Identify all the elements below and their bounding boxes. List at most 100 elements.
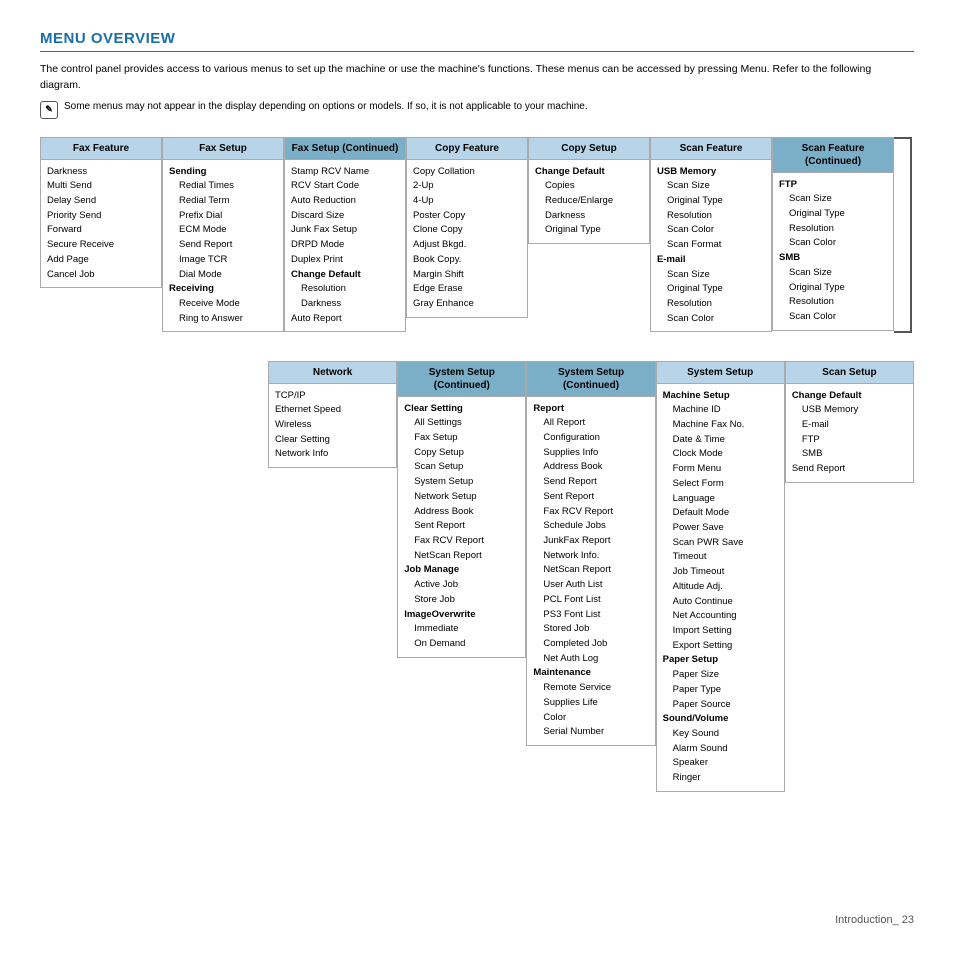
list-item: ECM Mode bbox=[169, 223, 277, 238]
list-item: NetScan Report bbox=[404, 549, 519, 564]
note-icon: ✎ bbox=[40, 101, 58, 119]
list-item: System Setup bbox=[404, 475, 519, 490]
menu-col-body: SendingRedial TimesRedial TermPrefix Dia… bbox=[163, 160, 283, 332]
list-item: Priority Send bbox=[47, 209, 155, 224]
list-item: NetScan Report bbox=[533, 563, 648, 578]
list-item: Machine ID bbox=[663, 403, 778, 418]
list-item: Paper Type bbox=[663, 683, 778, 698]
menu-col: NetworkTCP/IPEthernet SpeedWirelessClear… bbox=[268, 361, 397, 469]
menu-col-body: USB MemoryScan SizeOriginal TypeResoluti… bbox=[651, 160, 771, 332]
list-item: All Report bbox=[533, 416, 648, 431]
list-item: Machine Fax No. bbox=[663, 418, 778, 433]
list-item: Original Type bbox=[535, 223, 643, 238]
menu-col-body: Copy Collation2-Up4-UpPoster CopyClone C… bbox=[407, 160, 527, 317]
list-item: Dial Mode bbox=[169, 268, 277, 283]
list-item: Delay Send bbox=[47, 194, 155, 209]
menu-col-header: Copy Feature bbox=[407, 138, 527, 160]
list-item: Scan Color bbox=[779, 310, 887, 325]
list-item: Sent Report bbox=[404, 519, 519, 534]
menu-col-body: Change DefaultCopiesReduce/EnlargeDarkne… bbox=[529, 160, 649, 244]
menu-col: Fax Setup (Continued)Stamp RCV NameRCV S… bbox=[284, 137, 406, 333]
list-item: Language bbox=[663, 492, 778, 507]
list-item: E-mail bbox=[657, 253, 765, 268]
list-item: Ringer bbox=[663, 771, 778, 786]
list-item: All Settings bbox=[404, 416, 519, 431]
list-item: Reduce/Enlarge bbox=[535, 194, 643, 209]
list-item: Report bbox=[533, 402, 648, 417]
list-item: Serial Number bbox=[533, 725, 648, 740]
menu-col: Scan SetupChange DefaultUSB MemoryE-mail… bbox=[785, 361, 914, 483]
list-item: USB Memory bbox=[657, 165, 765, 180]
menu-col: Scan Feature USB Memory Scan SizeOriginal … bbox=[650, 137, 772, 333]
list-item: Change Default bbox=[535, 165, 643, 180]
list-item: Clone Copy bbox=[413, 223, 521, 238]
list-item: Select Form bbox=[663, 477, 778, 492]
page-title: MENU OVERVIEW bbox=[40, 30, 914, 52]
list-item: Alarm Sound bbox=[663, 742, 778, 757]
menu-col: Fax FeatureDarknessMulti SendDelay SendP… bbox=[40, 137, 162, 289]
list-item: Margin Shift bbox=[413, 268, 521, 283]
list-item: Schedule Jobs bbox=[533, 519, 648, 534]
list-item: Ethernet Speed bbox=[275, 403, 390, 418]
list-item: DRPD Mode bbox=[291, 238, 399, 253]
list-item: Immediate bbox=[404, 622, 519, 637]
list-item: Date & Time bbox=[663, 433, 778, 448]
list-item: Color bbox=[533, 711, 648, 726]
menu-col-header: Scan Feature bbox=[651, 138, 771, 160]
list-item: Change Default bbox=[792, 389, 907, 404]
list-item: Duplex Print bbox=[291, 253, 399, 268]
list-item: Image TCR bbox=[169, 253, 277, 268]
list-item: Discard Size bbox=[291, 209, 399, 224]
list-item: Resolution bbox=[779, 295, 887, 310]
list-item: Timeout bbox=[663, 550, 778, 565]
list-item: USB Memory bbox=[792, 403, 907, 418]
list-item: Supplies Life bbox=[533, 696, 648, 711]
menu-col-body: Clear SettingAll SettingsFax SetupCopy S… bbox=[398, 397, 525, 657]
list-item: Add Page bbox=[47, 253, 155, 268]
list-item: Stored Job bbox=[533, 622, 648, 637]
list-item: Auto Reduction bbox=[291, 194, 399, 209]
menu-col-header: Fax Feature bbox=[41, 138, 161, 160]
list-item: Network Setup bbox=[404, 490, 519, 505]
menu-col-header: Copy Setup bbox=[529, 138, 649, 160]
menu-col-header: Scan Feature (Continued) bbox=[773, 138, 893, 173]
list-item: Receiving bbox=[169, 282, 277, 297]
menu-col-header: System Setup (Continued) bbox=[398, 362, 525, 397]
list-item: Address Book bbox=[404, 505, 519, 520]
list-item: Net Accounting bbox=[663, 609, 778, 624]
list-item: JunkFax Report bbox=[533, 534, 648, 549]
list-item: Copy Setup bbox=[404, 446, 519, 461]
list-item: Speaker bbox=[663, 756, 778, 771]
list-item: Gray Enhance bbox=[413, 297, 521, 312]
menu-col: Copy FeatureCopy Collation2-Up4-UpPoster… bbox=[406, 137, 528, 318]
list-item: Scan Color bbox=[779, 236, 887, 251]
note-text: Some menus may not appear in the display… bbox=[64, 100, 588, 114]
list-item: Fax RCV Report bbox=[404, 534, 519, 549]
list-item: Resolution bbox=[779, 222, 887, 237]
menu-col-header: Network bbox=[269, 362, 396, 384]
list-item: Fax RCV Report bbox=[533, 505, 648, 520]
list-item: Altitude Adj. bbox=[663, 580, 778, 595]
list-item: Send Report bbox=[792, 462, 907, 477]
list-item: Scan Size bbox=[657, 268, 765, 283]
list-item: Job Timeout bbox=[663, 565, 778, 580]
list-item: Active Job bbox=[404, 578, 519, 593]
list-item: Export Setting bbox=[663, 639, 778, 654]
list-item: Original Type bbox=[657, 282, 765, 297]
menu-col-body: DarknessMulti SendDelay SendPriority Sen… bbox=[41, 160, 161, 288]
list-item: 2-Up bbox=[413, 179, 521, 194]
list-item: FTP bbox=[792, 433, 907, 448]
list-item: Darkness bbox=[291, 297, 399, 312]
list-item: Default Mode bbox=[663, 506, 778, 521]
list-item: RCV Start Code bbox=[291, 179, 399, 194]
list-item: Machine Setup bbox=[663, 389, 778, 404]
menu-col-body: Machine SetupMachine IDMachine Fax No.Da… bbox=[657, 384, 784, 791]
list-item: Sending bbox=[169, 165, 277, 180]
menu-col-header: Fax Setup bbox=[163, 138, 283, 160]
list-item: Redial Term bbox=[169, 194, 277, 209]
note-box: ✎ Some menus may not appear in the displ… bbox=[40, 100, 914, 119]
list-item: Edge Erase bbox=[413, 282, 521, 297]
list-item: Receive Mode bbox=[169, 297, 277, 312]
list-item: Paper Size bbox=[663, 668, 778, 683]
list-item: Fax Setup bbox=[404, 431, 519, 446]
